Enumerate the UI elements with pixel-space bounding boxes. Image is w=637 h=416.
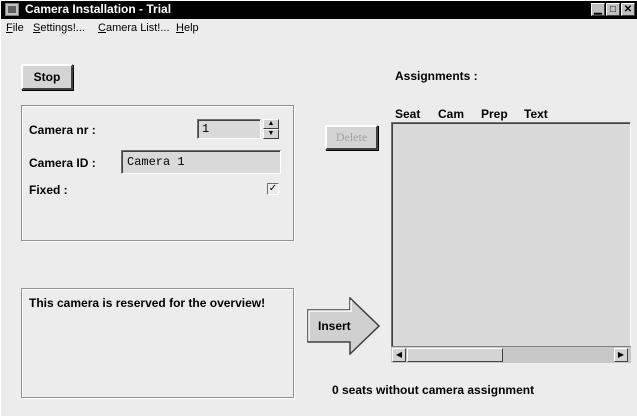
minimize-button[interactable]: ▁ — [591, 3, 605, 16]
fixed-checkbox[interactable]: ✓ — [267, 183, 279, 195]
insert-label: Insert — [318, 319, 351, 333]
delete-button[interactable]: Delete — [325, 125, 378, 150]
camera-nr-input[interactable]: 1 — [197, 119, 261, 139]
maximize-button[interactable]: □ — [606, 3, 620, 16]
scroll-right-icon[interactable]: ▶ — [614, 348, 628, 362]
menu-file[interactable]: File — [6, 22, 24, 34]
window-title: Camera Installation - Trial — [25, 2, 172, 16]
stop-button[interactable]: Stop — [21, 64, 73, 90]
camera-message-text: This camera is reserved for the overview… — [29, 296, 266, 310]
fixed-label: Fixed : — [29, 183, 68, 197]
menu-help[interactable]: Help — [176, 22, 199, 34]
spin-up-icon[interactable]: ▲ — [263, 119, 279, 129]
horizontal-scrollbar[interactable]: ◀ ▶ — [391, 346, 631, 363]
insert-button[interactable]: Insert — [306, 296, 381, 356]
spin-down-icon[interactable]: ▼ — [263, 129, 279, 139]
app-icon — [5, 3, 19, 16]
camera-installation-window: Camera Installation - Trial ▁ □ ✕ File S… — [0, 0, 637, 416]
close-button[interactable]: ✕ — [621, 3, 635, 16]
camera-id-input[interactable]: Camera 1 — [121, 150, 281, 174]
menu-camera-list[interactable]: Camera List!... — [98, 22, 170, 34]
checkmark-icon: ✓ — [268, 183, 278, 194]
status-text: 0 seats without camera assignment — [332, 383, 535, 397]
assignments-list[interactable] — [391, 122, 631, 363]
column-header-seat: Seat — [395, 107, 421, 121]
scroll-left-icon[interactable]: ◀ — [392, 348, 406, 362]
column-header-text: Text — [524, 107, 548, 121]
column-header-cam: Cam — [438, 107, 465, 121]
column-header-prep: Prep — [481, 107, 508, 121]
menu-bar: File Settings!... Camera List!... Help — [1, 19, 637, 39]
scrollbar-thumb[interactable] — [407, 348, 503, 362]
title-bar: Camera Installation - Trial ▁ □ ✕ — [1, 1, 637, 19]
menu-settings[interactable]: Settings!... — [33, 22, 85, 34]
camera-id-label: Camera ID : — [29, 156, 96, 170]
camera-nr-label: Camera nr : — [29, 123, 96, 137]
assignments-title: Assignments : — [395, 69, 478, 83]
